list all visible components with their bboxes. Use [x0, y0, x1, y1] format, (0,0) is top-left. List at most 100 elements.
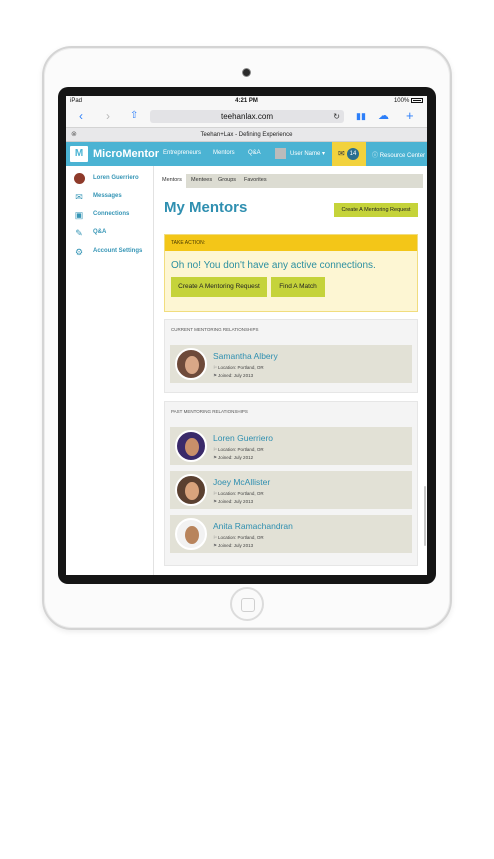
user-menu[interactable]: User Name ▾ — [290, 150, 325, 157]
chevron-down-icon: ▾ — [322, 151, 326, 157]
user-name-label: User Name — [290, 151, 321, 157]
mentor-card[interactable]: Anita Ramachandran ⚐Location: Portland, … — [170, 515, 412, 553]
browser-tab[interactable]: ⊗ Teehan+Lax - Defining Experience — [66, 127, 427, 142]
new-tab-icon[interactable]: + — [406, 109, 414, 122]
tab-groups[interactable]: Groups — [218, 177, 236, 183]
reload-icon[interactable]: ↻ — [333, 110, 340, 123]
gear-icon: ⚙ — [74, 247, 84, 257]
bookmarks-icon[interactable]: ▮▮ — [356, 110, 366, 122]
clock: 4:21 PM — [235, 98, 258, 104]
nav-qa[interactable]: Q&A — [248, 150, 261, 156]
mentor-card[interactable]: Joey McAllister ⚐Location: Portland, OR … — [170, 471, 412, 509]
browser-toolbar: ‹ › ⇧ teehanlax.com ↻ ▮▮ ☁ + — [66, 107, 427, 127]
mentor-card[interactable]: Samantha Albery ⚐Location: Portland, OR … — [170, 345, 412, 383]
past-relationships-panel: PAST MENTORING RELATIONSHIPS Loren Guerr… — [164, 401, 418, 566]
battery-indicator: 100% — [394, 98, 423, 104]
mentor-joined: ⚑Joined: July 2013 — [213, 543, 253, 549]
avatar-face — [185, 356, 199, 374]
no-connections-message: Oh no! You don't have any active connect… — [171, 260, 376, 271]
connections-icon: ▣ — [74, 210, 84, 220]
past-relationships-heading: PAST MENTORING RELATIONSHIPS — [171, 409, 248, 414]
close-tab-icon[interactable]: ⊗ — [71, 128, 77, 142]
envelope-icon: ✉ — [338, 149, 345, 158]
current-relationships-panel: CURRENT MENTORING RELATIONSHIPS Samantha… — [164, 319, 418, 393]
flag-icon: ⚑ — [213, 499, 218, 504]
create-request-button[interactable]: Create A Mentoring Request — [171, 277, 267, 297]
main-content: Mentors Mentees Groups Favorites My Ment… — [155, 166, 427, 575]
scrollbar[interactable] — [424, 486, 426, 546]
icloud-icon[interactable]: ☁ — [378, 110, 389, 122]
create-mentoring-request-button[interactable]: Create A Mentoring Request — [334, 203, 418, 217]
back-icon[interactable]: ‹ — [79, 110, 83, 122]
sidebar-item-label: Connections — [93, 211, 130, 217]
mentor-location: ⚐Location: Portland, OR — [213, 535, 264, 541]
joined-text: Joined: July 2013 — [218, 499, 254, 504]
home-button[interactable] — [230, 587, 264, 621]
mentor-tabs: Mentors Mentees Groups Favorites — [158, 174, 423, 188]
envelope-icon: ✉ — [75, 192, 83, 202]
mentor-name[interactable]: Joey McAllister — [213, 477, 270, 487]
location-text: Location: Portland, OR — [218, 535, 264, 540]
sidebar: Loren Guerriero ✉ Messages ▣ Connections… — [66, 166, 154, 575]
messages-button[interactable]: ✉ 14 — [332, 142, 366, 166]
brand-name[interactable]: MicroMentor — [93, 148, 159, 160]
tab-mentors[interactable]: Mentors — [158, 174, 186, 188]
forward-icon[interactable]: › — [106, 110, 110, 122]
mentor-name[interactable]: Anita Ramachandran — [213, 521, 293, 531]
take-action-heading: TAKE ACTION: — [165, 235, 417, 251]
location-pin-icon: ⚐ — [213, 491, 218, 496]
location-pin-icon: ⚐ — [213, 365, 218, 370]
sidebar-item-label: Messages — [93, 193, 122, 199]
sidebar-item-connections[interactable]: ▣ Connections — [66, 207, 154, 223]
flag-icon: ⚑ — [213, 543, 218, 548]
address-bar[interactable]: teehanlax.com ↻ — [150, 110, 344, 123]
avatar-face — [185, 526, 199, 544]
joined-text: Joined: July 2013 — [218, 373, 254, 378]
avatar-face — [185, 482, 199, 500]
avatar-face — [185, 438, 199, 456]
sidebar-item-label: Q&A — [93, 229, 107, 235]
app-navbar: M MicroMentor Entrepreneurs Mentors Q&A … — [66, 142, 427, 166]
joined-text: Joined: July 2013 — [218, 543, 254, 548]
joined-text: Joined: July 2012 — [218, 455, 254, 460]
find-a-match-button[interactable]: Find A Match — [271, 277, 325, 297]
page-title: My Mentors — [164, 199, 248, 216]
sidebar-item-qa[interactable]: ✎ Q&A — [66, 225, 154, 241]
mentor-joined: ⚑Joined: July 2013 — [213, 499, 253, 505]
location-pin-icon: ⚐ — [213, 447, 218, 452]
location-pin-icon: ⚐ — [213, 535, 218, 540]
info-icon: ⓘ — [372, 153, 379, 159]
sidebar-item-profile[interactable]: Loren Guerriero — [66, 171, 154, 187]
battery-percent: 100% — [393, 98, 410, 104]
avatar — [175, 518, 207, 550]
url-text: teehanlax.com — [220, 112, 274, 121]
location-text: Location: Portland, OR — [218, 491, 264, 496]
mentor-location: ⚐Location: Portland, OR — [213, 491, 264, 497]
avatar — [175, 474, 207, 506]
micromentor-logo[interactable]: M — [70, 146, 88, 162]
nav-mentors[interactable]: Mentors — [213, 150, 235, 156]
current-relationships-heading: CURRENT MENTORING RELATIONSHIPS — [171, 327, 259, 332]
user-avatar[interactable] — [275, 148, 286, 159]
mentor-name[interactable]: Samantha Albery — [213, 351, 278, 361]
battery-icon — [411, 98, 423, 103]
sidebar-item-account-settings[interactable]: ⚙ Account Settings — [66, 244, 154, 260]
resource-center-label: Resource Center — [379, 153, 426, 159]
user-avatar-icon — [74, 173, 85, 184]
tab-favorites[interactable]: Favorites — [244, 177, 267, 183]
share-icon[interactable]: ⇧ — [130, 110, 138, 122]
status-bar: iPad 4:21 PM 100% — [66, 96, 427, 107]
mentor-location: ⚐Location: Portland, OR — [213, 365, 264, 371]
message-count-badge: 14 — [347, 148, 359, 160]
resource-center-link[interactable]: ⓘ Resource Center — [372, 150, 425, 159]
location-text: Location: Portland, OR — [218, 365, 264, 370]
chat-bubbles-icon: ✎ — [75, 228, 83, 238]
nav-entrepreneurs[interactable]: Entrepreneurs — [163, 150, 201, 156]
sidebar-item-label: Loren Guerriero — [93, 175, 139, 181]
mentor-card[interactable]: Loren Guerriero ⚐Location: Portland, OR … — [170, 427, 412, 465]
avatar — [175, 430, 207, 462]
flag-icon: ⚑ — [213, 373, 218, 378]
sidebar-item-messages[interactable]: ✉ Messages — [66, 189, 154, 205]
tab-mentees[interactable]: Mentees — [191, 177, 212, 183]
mentor-name[interactable]: Loren Guerriero — [213, 433, 273, 443]
